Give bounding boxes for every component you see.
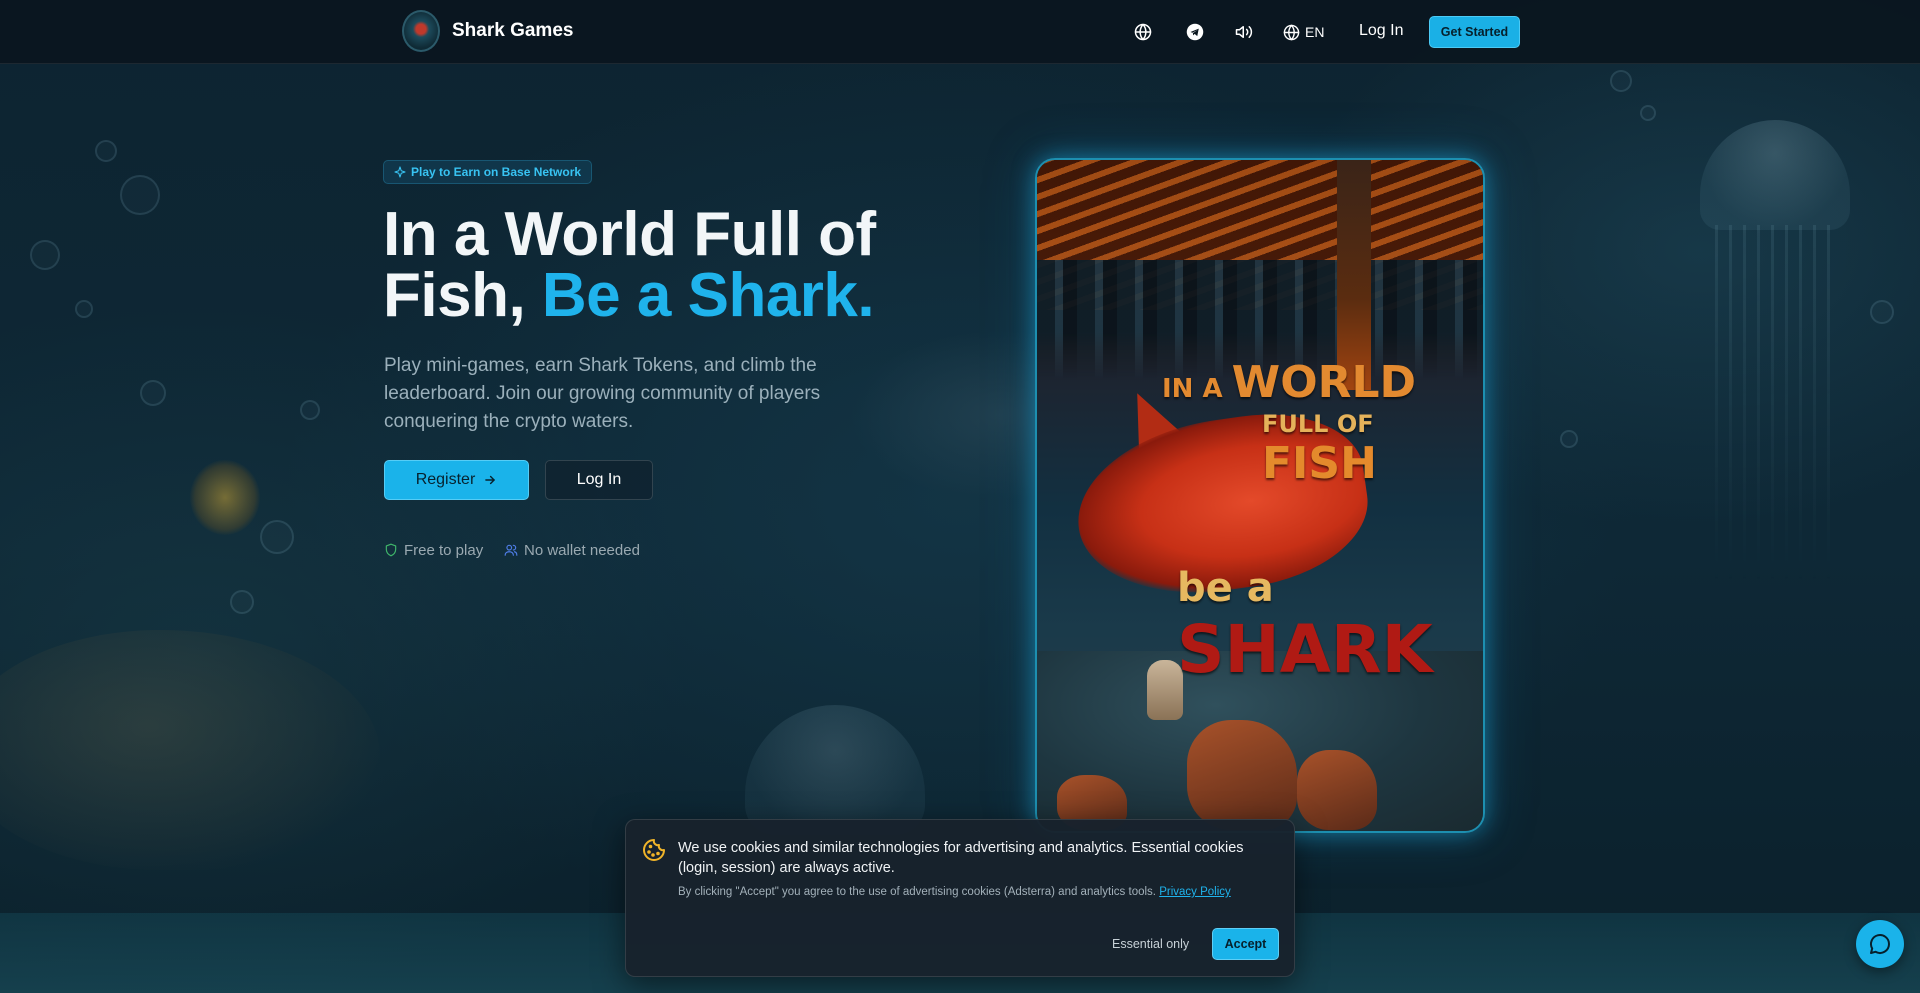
header-login-link[interactable]: Log In	[1359, 22, 1403, 40]
chat-bubble-icon	[1870, 934, 1890, 954]
yellow-fish-illustration	[190, 460, 260, 535]
poster-text-big: FISH	[1262, 438, 1377, 489]
poster-text-line-3: be a SHARK	[1177, 565, 1483, 688]
get-started-button[interactable]: Get Started	[1429, 16, 1520, 48]
poster-text-small: IN A	[1162, 374, 1223, 404]
bubble	[1610, 70, 1632, 92]
badge-text: Play to Earn on Base Network	[411, 165, 582, 179]
feature-label: Free to play	[404, 541, 484, 559]
headline-line-2: Fish,	[383, 261, 542, 330]
bubble	[30, 240, 60, 270]
feature-no-wallet: No wallet needed	[504, 541, 640, 559]
language-globe-icon	[1283, 24, 1300, 40]
brand-name[interactable]: Shark Games	[452, 20, 573, 42]
telegram-icon[interactable]	[1183, 20, 1207, 44]
cookie-consent-banner: We use cookies and similar technologies …	[625, 819, 1295, 977]
register-button[interactable]: Register	[384, 460, 529, 500]
hero-headline: In a World Full of Fish, Be a Shark.	[383, 204, 943, 327]
turtle-illustration	[0, 630, 380, 870]
play-to-earn-badge: Play to Earn on Base Network	[383, 160, 593, 184]
feature-label: No wallet needed	[524, 541, 640, 559]
bubble	[95, 140, 117, 162]
volume-icon[interactable]	[1232, 20, 1256, 44]
poster-text-small: FULL OF	[1262, 410, 1374, 438]
hero-description: Play mini-games, earn Shark Tokens, and …	[384, 355, 821, 432]
bubble	[1640, 105, 1656, 121]
bubble	[1560, 430, 1578, 448]
cookie-sub-text-body: By clicking "Accept" you agree to the us…	[678, 886, 1160, 898]
globe-icon[interactable]	[1131, 20, 1155, 44]
language-selector[interactable]: EN	[1283, 20, 1324, 44]
poster-tower	[1337, 160, 1371, 390]
sparkle-icon	[394, 166, 406, 178]
arrow-right-icon	[485, 475, 496, 485]
poster-text-line-2: FULL OF FISH	[1262, 410, 1483, 489]
jellyfish-tentacles	[1715, 225, 1835, 585]
language-code: EN	[1305, 24, 1325, 40]
poster-text-big: WORLD	[1231, 357, 1417, 408]
headline-accent: Be a Shark.	[541, 261, 875, 330]
poster-rock	[1297, 750, 1377, 830]
jellyfish-illustration-small	[745, 705, 925, 835]
bubble	[75, 300, 93, 318]
bubble	[260, 520, 294, 554]
cookie-sub-text: By clicking "Accept" you agree to the us…	[678, 884, 1278, 900]
top-navbar: Shark Games EN Log In Get Started	[0, 0, 1920, 64]
bubble	[300, 400, 320, 420]
poster-text-line-1: IN A WORLD	[1162, 357, 1416, 408]
accept-cookies-button[interactable]: Accept	[1212, 928, 1279, 960]
register-label: Register	[415, 471, 476, 488]
hero-login-button[interactable]: Log In	[545, 460, 653, 500]
bubble	[140, 380, 166, 406]
logo-icon[interactable]	[402, 10, 440, 52]
shield-icon	[385, 543, 397, 557]
cookie-icon	[643, 839, 665, 861]
privacy-policy-link[interactable]: Privacy Policy	[1159, 886, 1231, 898]
jellyfish-illustration	[1700, 120, 1850, 230]
poster-text-small: be a	[1177, 565, 1274, 611]
users-icon	[504, 544, 518, 556]
hero-poster-image: IN A WORLD FULL OF FISH be a SHARK	[1035, 158, 1485, 833]
bubble	[230, 590, 254, 614]
poster-rock	[1187, 720, 1297, 830]
headline-line-1: In a World Full of	[383, 200, 876, 269]
poster-text-big: SHARK	[1177, 611, 1433, 688]
feature-free-to-play: Free to play	[384, 541, 483, 559]
bubble	[1870, 300, 1894, 324]
cookie-main-text: We use cookies and similar technologies …	[678, 840, 1244, 876]
chat-button[interactable]	[1856, 920, 1904, 968]
bubble	[120, 175, 160, 215]
essential-only-button[interactable]: Essential only	[1112, 937, 1189, 951]
